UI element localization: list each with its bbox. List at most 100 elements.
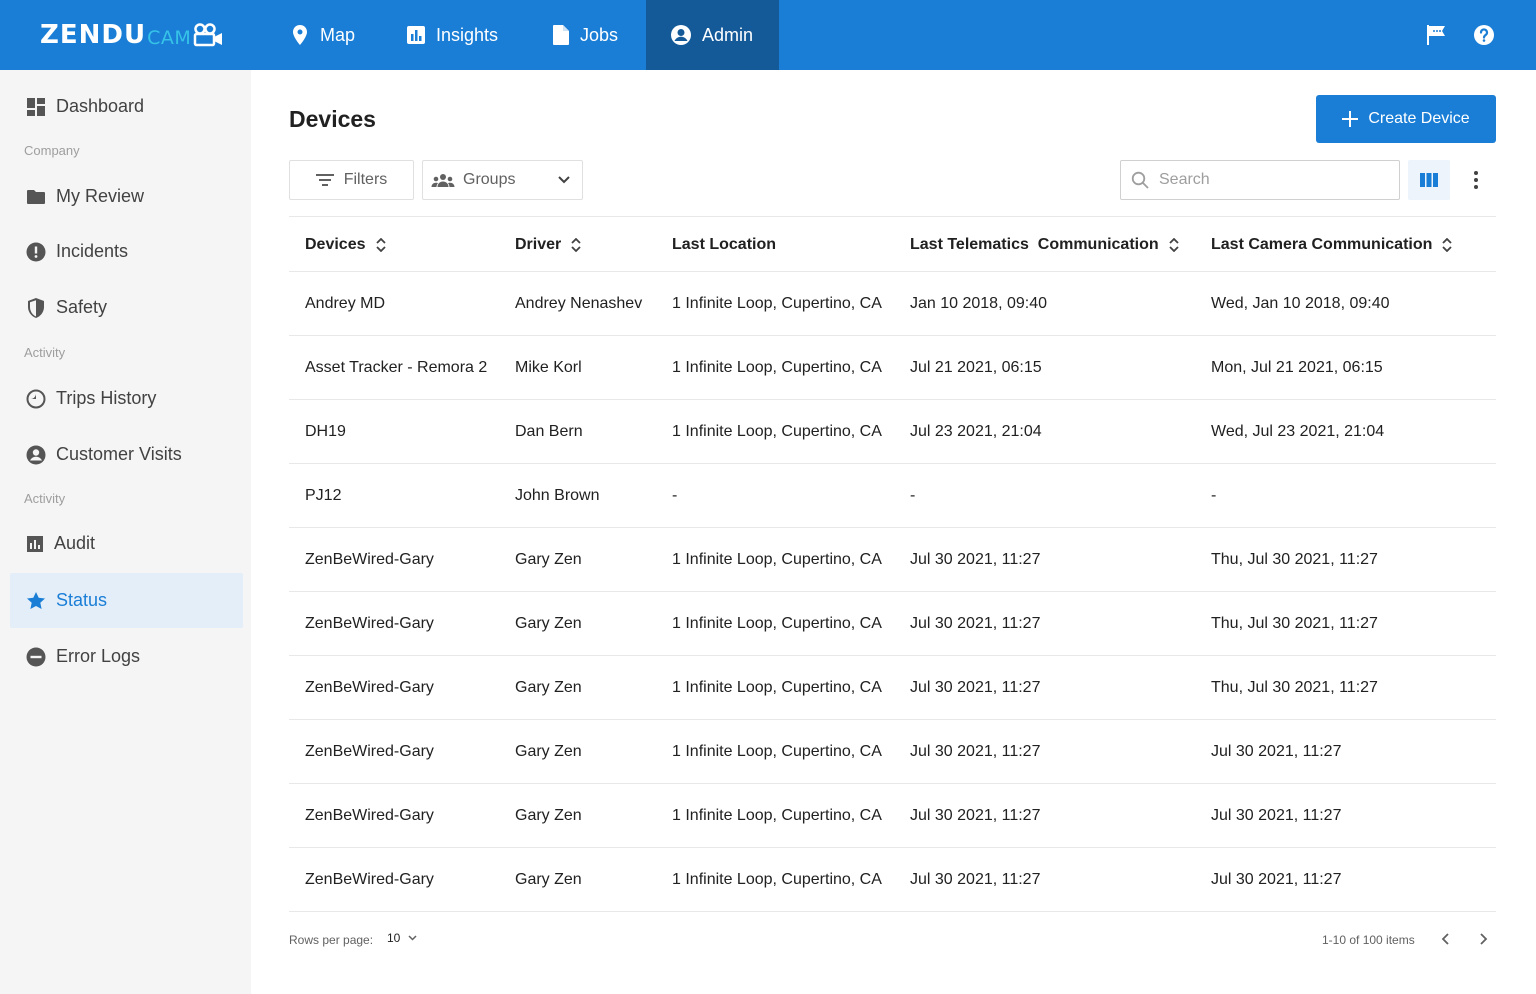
sidebar-item-dashboard[interactable]: Dashboard [10,79,243,134]
cell-driver: Gary Zen [515,870,582,888]
table-row[interactable]: Asset Tracker - Remora 2 Mike Korl 1 Inf… [289,336,1496,400]
table-header: Devices Driver Last Location Last Telema… [289,216,1496,272]
dashboard-icon [27,97,45,116]
cell-last-telematics: Jul 30 2021, 11:27 [910,550,1041,568]
table-row[interactable]: ZenBeWired-Gary Gary Zen 1 Infinite Loop… [289,848,1496,912]
cell-last-location: 1 Infinite Loop, Cupertino, CA [672,294,882,312]
cell-driver: Mike Korl [515,358,582,376]
cell-driver: Gary Zen [515,678,582,696]
table-row[interactable]: ZenBeWired-Gary Gary Zen 1 Infinite Loop… [289,592,1496,656]
nav-insights-label: Insights [436,24,499,45]
previous-page-button[interactable] [1435,929,1455,949]
cell-last-camera: Thu, Jul 30 2021, 11:27 [1211,614,1378,632]
folder-icon [27,189,45,204]
sort-icon[interactable] [1442,237,1453,252]
table-row[interactable]: PJ12 John Brown - - - [289,464,1496,528]
column-header-driver[interactable]: Driver [515,217,581,272]
sidebar-item-label: Status [56,590,108,610]
sidebar: Dashboard Company My Review Incidents Sa… [0,70,251,994]
sort-icon[interactable] [571,237,581,252]
sidebar-item-audit[interactable]: Audit [10,516,243,571]
chevron-down-icon [408,935,417,941]
table-row[interactable]: DH19 Dan Bern 1 Infinite Loop, Cupertino… [289,400,1496,464]
nav-map-label: Map [320,24,356,45]
cell-last-camera: Thu, Jul 30 2021, 11:27 [1211,550,1378,568]
logo-sub-text: CAM [147,26,192,49]
column-header-label: Last Location [672,235,777,253]
top-navigation-bar: ZENDU CAM Map Insights Jobs Admin [0,0,1536,70]
cell-last-location: 1 Infinite Loop, Cupertino, CA [672,358,882,376]
cell-last-telematics: Jul 30 2021, 11:27 [910,870,1041,888]
column-header-devices[interactable]: Devices [305,217,386,272]
help-button[interactable] [1471,22,1497,48]
table-row[interactable]: ZenBeWired-Gary Gary Zen 1 Infinite Loop… [289,656,1496,720]
chevron-down-icon [558,176,570,184]
sidebar-item-my-review[interactable]: My Review [10,169,243,224]
shield-icon [28,297,44,318]
history-clock-icon [26,389,46,408]
column-header-last-location: Last Location [672,217,776,272]
sidebar-item-safety[interactable]: Safety [10,280,243,335]
sidebar-item-status[interactable]: Status [10,573,243,628]
create-device-button[interactable]: Create Device [1316,95,1496,143]
cell-last-telematics: Jul 21 2021, 06:15 [910,358,1042,376]
cell-device: DH19 [305,422,346,440]
more-options-button[interactable] [1462,162,1490,198]
plus-icon [1342,111,1359,127]
table-row[interactable]: Andrey MD Andrey Nenashev 1 Infinite Loo… [289,272,1496,336]
table-row[interactable]: ZenBeWired-Gary Gary Zen 1 Infinite Loop… [289,784,1496,848]
column-header-last-telematics[interactable]: Last Telematics Communication [910,217,1179,272]
help-icon [1474,25,1494,45]
cell-driver: Gary Zen [515,742,582,760]
user-circle-icon [26,445,46,464]
bar-chart-icon [27,535,43,552]
sidebar-item-incidents[interactable]: Incidents [10,224,243,279]
nav-map[interactable]: Map [290,0,380,70]
flag-icon [1427,25,1445,45]
column-header-label: Driver [515,235,562,253]
filter-icon [315,174,334,186]
nav-jobs[interactable]: Jobs [552,0,642,70]
cell-last-camera: - [1211,486,1217,504]
cell-device: ZenBeWired-Gary [305,614,434,632]
cell-last-location: 1 Infinite Loop, Cupertino, CA [672,422,882,440]
zenducam-logo[interactable]: ZENDU CAM [40,20,223,50]
cell-last-telematics: Jul 30 2021, 11:27 [910,806,1041,824]
sort-icon[interactable] [1169,237,1179,252]
filters-button[interactable]: Filters [289,160,414,200]
table-row[interactable]: ZenBeWired-Gary Gary Zen 1 Infinite Loop… [289,720,1496,784]
cell-device: ZenBeWired-Gary [305,550,434,568]
chevron-right-icon [1480,933,1488,945]
cell-driver: John Brown [515,486,600,504]
sort-icon[interactable] [375,237,386,252]
nav-admin[interactable]: Admin [646,0,779,70]
table-row[interactable]: ZenBeWired-Gary Gary Zen 1 Infinite Loop… [289,528,1496,592]
search-box[interactable] [1120,160,1400,200]
sidebar-section-company: Company [24,143,80,158]
more-vertical-icon [1474,171,1478,189]
cell-driver: Gary Zen [515,806,582,824]
groups-dropdown[interactable]: Groups [422,160,583,200]
column-header-last-camera[interactable]: Last Camera Communication [1211,217,1453,272]
cell-device: Andrey MD [305,294,386,312]
next-page-button[interactable] [1474,929,1494,949]
sidebar-item-label: Customer Visits [56,444,182,464]
sidebar-item-customer-visits[interactable]: Customer Visits [10,427,243,482]
flag-button[interactable] [1423,22,1449,48]
sidebar-item-trips-history[interactable]: Trips History [10,371,243,426]
cell-device: ZenBeWired-Gary [305,678,434,696]
sidebar-item-error-logs[interactable]: Error Logs [10,629,243,684]
cell-last-location: 1 Infinite Loop, Cupertino, CA [672,550,882,568]
cell-driver: Dan Bern [515,422,583,440]
map-pin-icon [293,25,307,45]
sidebar-item-label: Incidents [56,241,129,261]
column-settings-button[interactable] [1408,160,1450,200]
filters-label: Filters [343,171,388,188]
rows-per-page-label: Rows per page: [289,933,374,947]
devices-table: Devices Driver Last Location Last Telema… [289,216,1496,912]
rows-per-page-select[interactable]: 10 [387,931,417,945]
search-input[interactable] [1159,171,1379,189]
nav-insights[interactable]: Insights [406,0,526,70]
search-icon [1131,171,1149,189]
cell-last-location: 1 Infinite Loop, Cupertino, CA [672,742,882,760]
